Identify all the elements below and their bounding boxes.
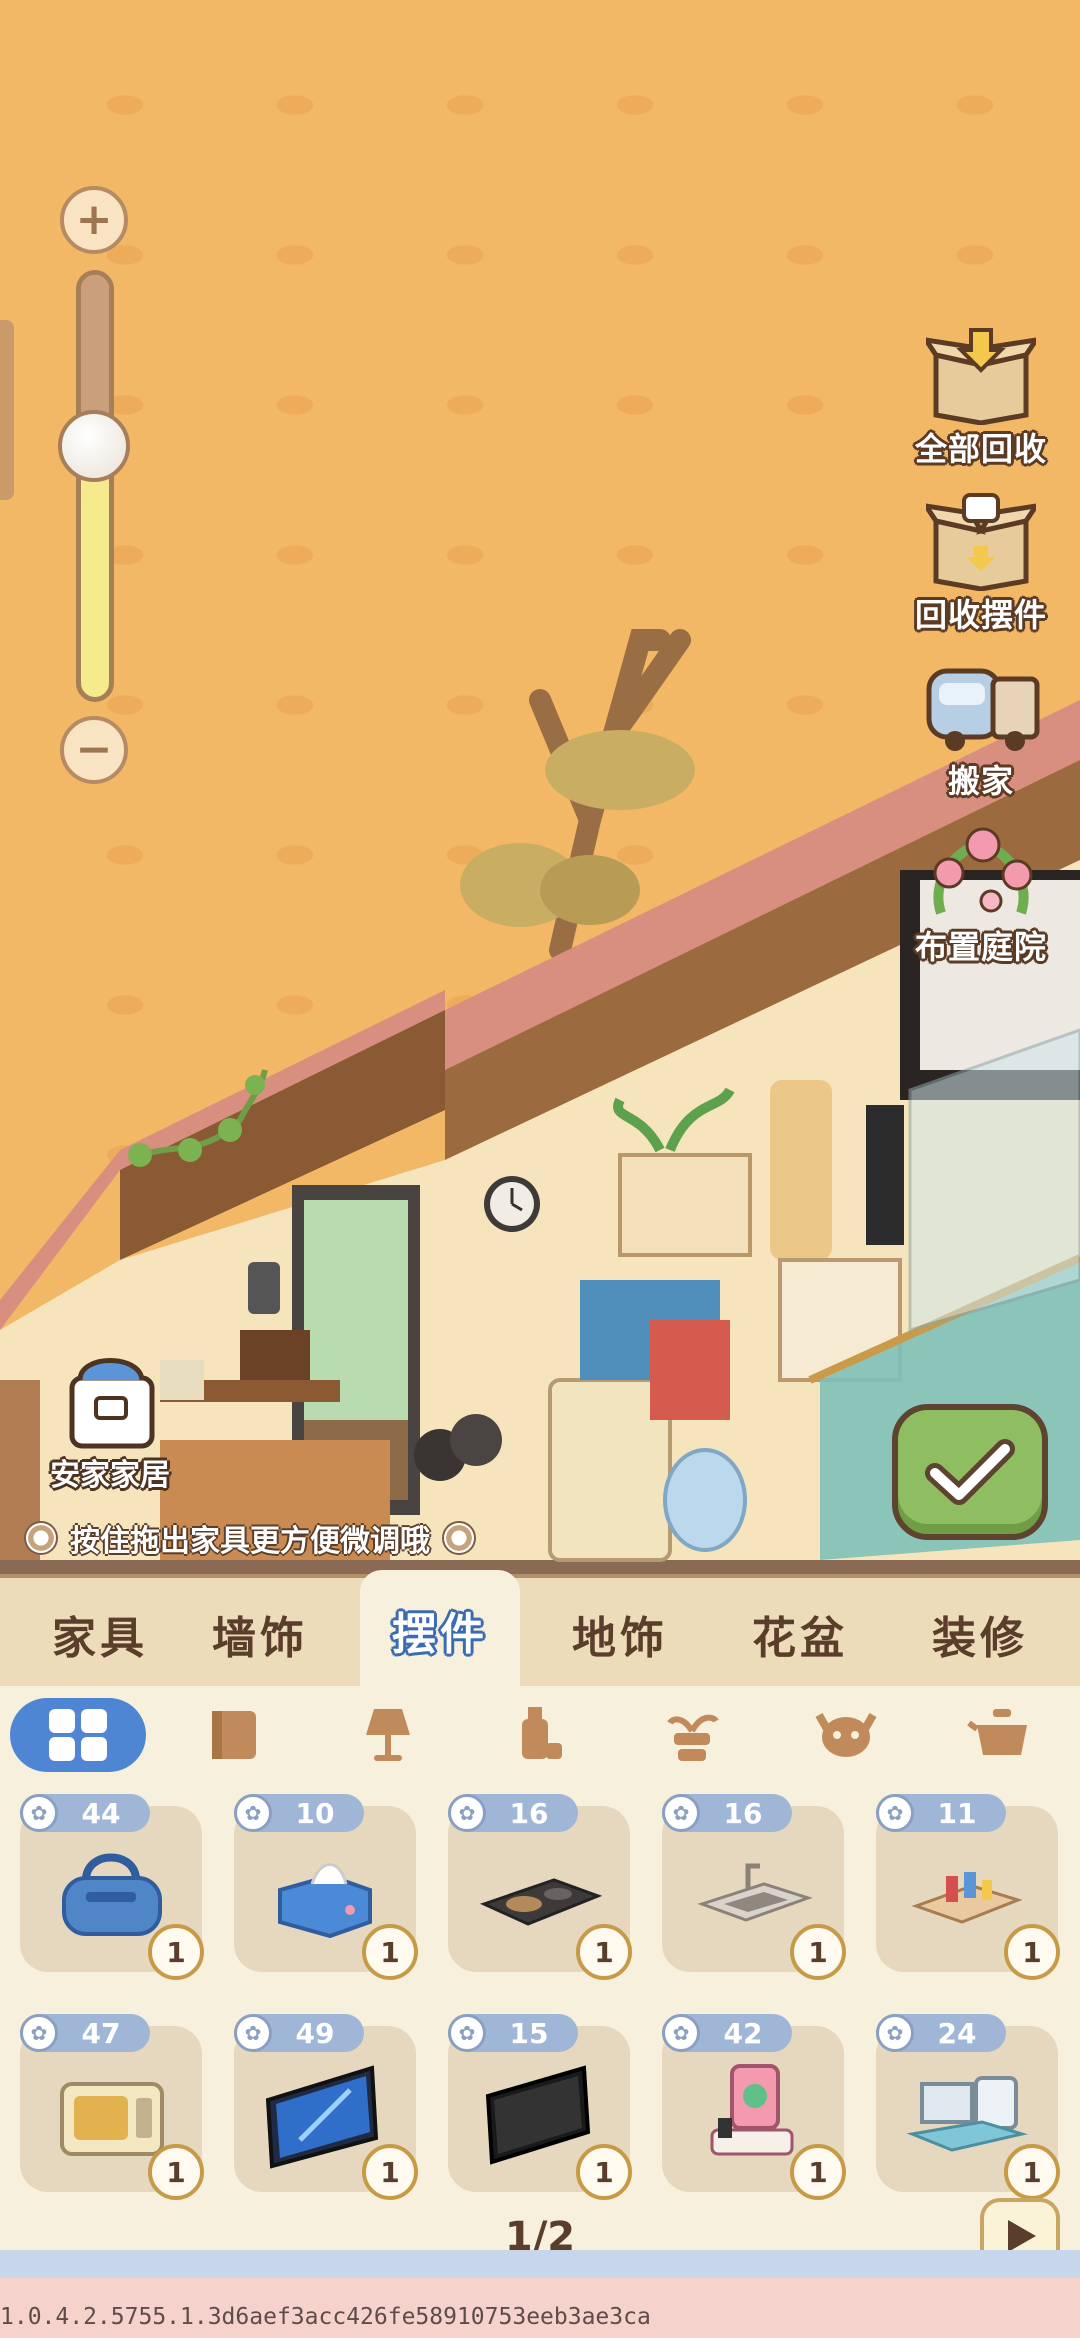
item-card[interactable]: ✿ 16 1 [662,1794,846,1980]
comfort-score-badge: ✿ 11 [876,1794,1006,1832]
box-collect-all-icon [921,320,1041,430]
zoom-slider-knob[interactable] [58,410,130,482]
flower-icon [442,1521,476,1555]
collect-ornaments-button[interactable]: 回收摆件 [906,486,1056,636]
comfort-score-badge: ✿ 24 [876,2014,1006,2052]
collect-all-button[interactable]: 全部回收 [906,320,1056,470]
tab-flower-pots[interactable]: 花盆 [720,1578,880,1690]
bottle-icon [522,1707,562,1759]
zoom-out-button[interactable]: − [60,716,128,784]
comfort-score-badge: ✿ 16 [448,1794,578,1832]
item-card[interactable]: ✿ 24 1 [876,2014,1060,2200]
tab-wall-decor[interactable]: 墙饰 [180,1578,340,1690]
cow-head-icon [815,1713,877,1757]
item-card[interactable]: ✿ 10 1 [234,1794,418,1980]
arrange-garden-label: 布置庭院 [914,928,1047,966]
comfort-score-badge: ✿ 10 [234,1794,364,1832]
plus-icon: + [75,194,113,245]
anjia-label: 安家家居 [50,1458,170,1493]
moving-truck-icon [921,652,1041,762]
owned-count: 1 [148,1924,204,1980]
subcat-rug[interactable] [166,1698,302,1772]
tab-furniture[interactable]: 家具 [20,1578,180,1690]
box-collect-ornament-icon [921,486,1041,596]
owned-count: 1 [1004,1924,1060,1980]
lamp-icon [366,1709,410,1761]
shopping-bag-icon [69,1358,155,1449]
checkmark-icon [925,1439,1015,1505]
comfort-score: 11 [937,1796,977,1830]
drag-hint-text: 按住拖出家具更方便微调哦 [70,1524,430,1559]
minus-icon: − [75,724,113,775]
comfort-score: 16 [509,1796,549,1830]
confirm-button[interactable] [892,1404,1048,1540]
category-tab-bar: 家具 墙饰 摆件 地饰 花盆 装修 [0,1570,1080,1690]
item-card[interactable]: ✿ 42 1 [662,2014,846,2200]
collect-all-label: 全部回收 [914,430,1047,468]
owned-count: 1 [362,2144,418,2200]
comfort-score: 24 [937,2016,977,2050]
owned-count: 1 [790,2144,846,2200]
comfort-score-badge: ✿ 44 [20,1794,150,1832]
tab-floor-decor[interactable]: 地饰 [540,1578,700,1690]
subcat-animal[interactable] [778,1698,914,1772]
item-card[interactable]: ✿ 15 1 [448,2014,632,2200]
teapot-icon [967,1709,1027,1755]
move-house-label: 搬家 [947,762,1014,800]
zoom-in-button[interactable]: + [60,186,128,254]
room-scene[interactable]: + − 全部回收 回收摆件 搬家 布置庭院 安家家居 按住拖出家具更方便微调哦 [0,0,1080,1580]
inventory-panel: 家具 墙饰 摆件 地饰 花盆 装修 ✿ 44 1 ✿ 10 1 ✿ 16 1 ✿… [0,1570,1080,2338]
comfort-score-badge: ✿ 47 [20,2014,150,2052]
subcat-bottle[interactable] [468,1698,604,1772]
item-card[interactable]: ✿ 49 1 [234,2014,418,2200]
arrange-garden-button[interactable]: 布置庭院 [906,818,1056,968]
owned-count: 1 [362,1924,418,1980]
plant-stand-icon [667,1714,719,1761]
comfort-score-badge: ✿ 15 [448,2014,578,2052]
comfort-score-badge: ✿ 49 [234,2014,364,2052]
item-card[interactable]: ✿ 16 1 [448,1794,632,1980]
comfort-score-badge: ✿ 16 [662,1794,792,1832]
collect-ornaments-label: 回收摆件 [914,596,1047,634]
owned-count: 1 [148,2144,204,2200]
owned-count: 1 [790,1924,846,1980]
comfort-score: 47 [81,2016,121,2050]
owned-count: 1 [1004,2144,1060,2200]
version-string: 1.0.4.2.5755.1.3d6aef3acc426fe58910753ee… [0,2304,651,2330]
all-grid-icon [49,1709,107,1761]
comfort-score: 16 [723,1796,763,1830]
subcat-all[interactable] [10,1698,146,1772]
tab-renovation[interactable]: 装修 [900,1578,1060,1690]
anjia-furniture-shop-button[interactable]: 安家家居 [30,1350,190,1494]
comfort-score: 44 [81,1796,121,1830]
subcat-lamp[interactable] [320,1698,456,1772]
comfort-score: 49 [295,2016,335,2050]
zoom-slider-track[interactable] [76,270,114,702]
owned-count: 1 [576,2144,632,2200]
owned-count: 1 [576,1924,632,1980]
comfort-score: 15 [509,2016,549,2050]
garden-flowers-icon [921,818,1041,928]
side-drawer-handle[interactable] [0,320,14,500]
comfort-score: 42 [723,2016,763,2050]
subcategory-bar [0,1698,1080,1788]
footer-stripe-blue [0,2250,1080,2278]
tab-ornaments[interactable]: 摆件 [360,1570,520,1690]
comfort-score-badge: ✿ 42 [662,2014,792,2052]
move-house-button[interactable]: 搬家 [906,652,1056,802]
item-card[interactable]: ✿ 44 1 [20,1794,204,1980]
item-card[interactable]: ✿ 11 1 [876,1794,1060,1980]
subcat-plant[interactable] [624,1698,760,1772]
item-card[interactable]: ✿ 47 1 [20,2014,204,2200]
rug-icon [212,1711,256,1759]
drag-hint: 按住拖出家具更方便微调哦 [24,1516,476,1560]
comfort-score: 10 [295,1796,335,1830]
subcat-teapot[interactable] [934,1698,1070,1772]
zoom-slider-fill [81,275,109,427]
flower-icon [24,1521,58,1555]
